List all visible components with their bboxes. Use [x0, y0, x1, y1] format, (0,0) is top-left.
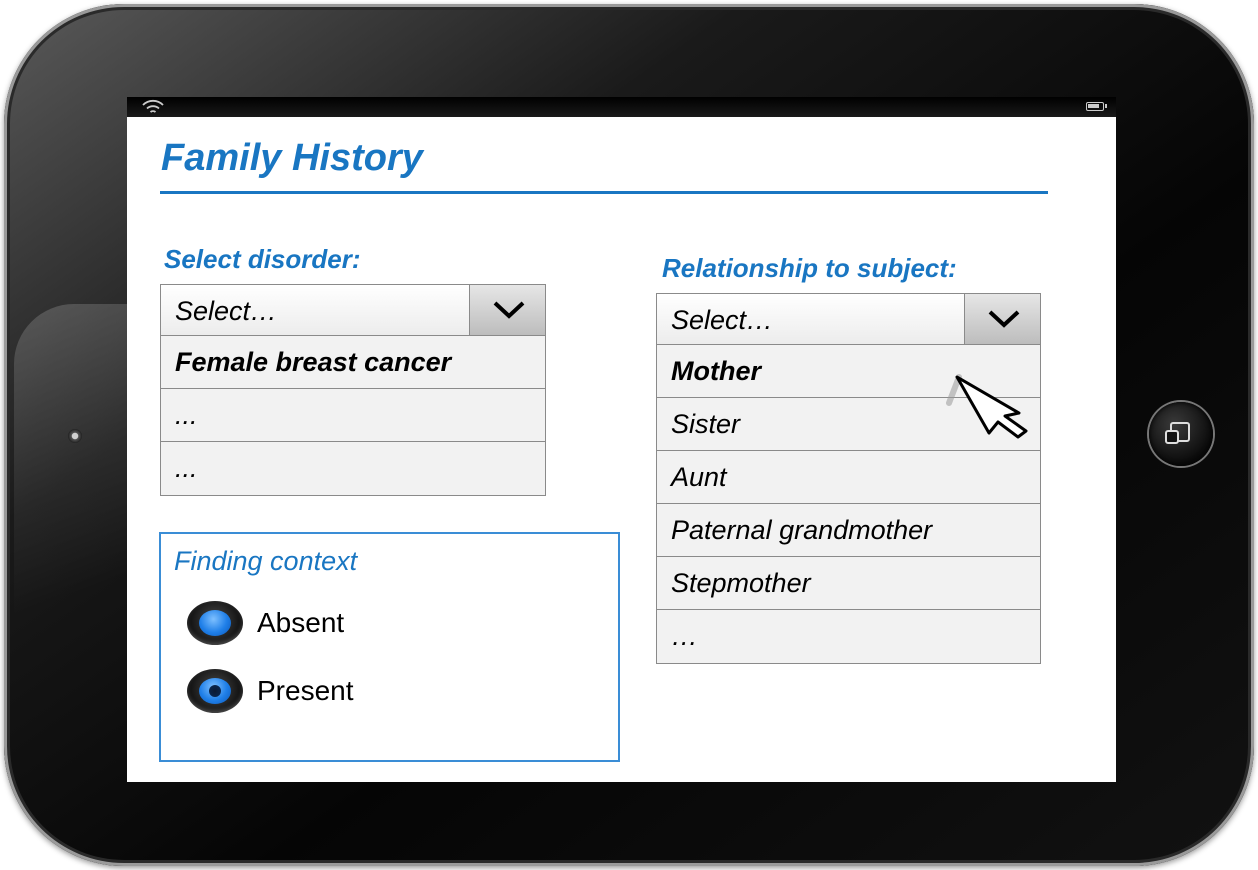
relationship-option[interactable]: … [657, 610, 1040, 663]
radio-absent-label: Absent [257, 607, 345, 638]
wifi-icon [142, 99, 164, 113]
disorder-option[interactable]: ... [161, 442, 545, 495]
disorder-select-value: Select… [175, 296, 278, 326]
device-reflection [14, 304, 144, 704]
relationship-select-value: Select… [671, 305, 774, 335]
radio-button[interactable] [187, 669, 243, 713]
chevron-down-icon [493, 301, 525, 319]
hand-cursor-icon [946, 374, 1028, 439]
radio-indicator [199, 610, 231, 636]
radio-button[interactable] [187, 601, 243, 645]
finding-context-panel: Finding context Absent Present [159, 532, 620, 762]
relationship-label: Relationship to subject: [662, 253, 957, 283]
relationship-option[interactable]: Aunt [657, 451, 1040, 504]
tablet-screen: Family History Select disorder: Select… … [127, 97, 1116, 782]
finding-context-title: Finding context [174, 546, 358, 576]
disorder-select[interactable]: Select… [160, 284, 546, 336]
radio-indicator [199, 678, 231, 704]
relationship-dropdown-button[interactable] [964, 294, 1040, 344]
title-divider [160, 191, 1048, 194]
home-button[interactable] [1149, 402, 1213, 466]
radio-absent[interactable]: Absent [187, 598, 344, 648]
radio-present-label: Present [257, 675, 354, 706]
home-button-icon [1165, 422, 1190, 444]
radio-present[interactable]: Present [187, 666, 354, 716]
page-title: Family History [161, 137, 423, 179]
relationship-select[interactable]: Select… [656, 293, 1041, 345]
camera-icon [68, 429, 82, 443]
disorder-dropdown-button[interactable] [469, 285, 545, 335]
disorder-options-list: Female breast cancer ... ... [160, 336, 546, 496]
disorder-option[interactable]: Female breast cancer [161, 336, 545, 389]
disorder-label: Select disorder: [164, 244, 361, 274]
status-bar [127, 97, 1116, 117]
relationship-option[interactable]: Paternal grandmother [657, 504, 1040, 557]
chevron-down-icon [988, 310, 1020, 328]
battery-icon [1086, 102, 1107, 111]
disorder-option[interactable]: ... [161, 389, 545, 442]
relationship-option[interactable]: Stepmother [657, 557, 1040, 610]
